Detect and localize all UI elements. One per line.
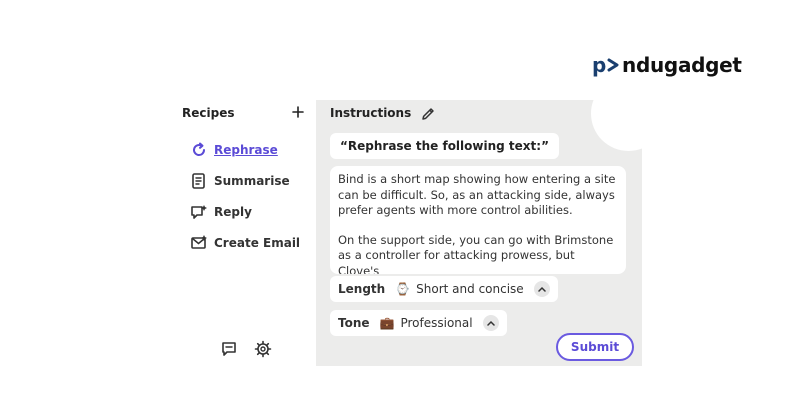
recipe-item-reply[interactable]: Reply bbox=[190, 201, 252, 223]
tone-value: Professional bbox=[400, 316, 473, 330]
submit-button[interactable]: Submit bbox=[556, 333, 634, 361]
recipe-item-create-email[interactable]: Create Email bbox=[190, 232, 300, 254]
feedback-button[interactable] bbox=[220, 340, 238, 358]
length-label: Length bbox=[338, 282, 386, 296]
brand-logo: p ndugadget bbox=[592, 50, 742, 80]
chat-sparkle-icon bbox=[191, 205, 207, 219]
recipe-label-rephrase: Rephrase bbox=[214, 143, 278, 157]
text-paragraph-1: Bind is a short map showing how entering… bbox=[338, 172, 616, 217]
email-icon bbox=[191, 235, 207, 249]
plus-icon bbox=[292, 106, 304, 118]
gear-icon bbox=[254, 340, 272, 358]
recipe-item-summarise[interactable]: Summarise bbox=[190, 170, 290, 192]
briefcase-icon: 💼 bbox=[379, 316, 395, 330]
recipe-label-summarise: Summarise bbox=[214, 174, 290, 188]
recipe-label-reply: Reply bbox=[214, 205, 252, 219]
text-paragraph-2: On the support side, you can go with Bri… bbox=[338, 232, 614, 275]
settings-button[interactable] bbox=[254, 340, 272, 358]
prompt-chip: “Rephrase the following text:” bbox=[330, 133, 559, 159]
tone-label: Tone bbox=[338, 316, 370, 330]
chevron-up-icon bbox=[482, 315, 499, 331]
recipe-item-rephrase[interactable]: Rephrase bbox=[190, 139, 278, 161]
brand-arrow-icon bbox=[607, 58, 619, 72]
add-recipe-button[interactable] bbox=[288, 102, 308, 122]
recipes-panel: Recipes Rephrase Summarise Reply Create … bbox=[176, 100, 316, 365]
edit-instructions-button[interactable] bbox=[418, 104, 438, 124]
chevron-up-icon bbox=[533, 281, 550, 297]
instructions-panel: Instructions “Rephrase the following tex… bbox=[316, 100, 642, 366]
brand-logo-part1: p bbox=[592, 53, 607, 77]
panel-corner-decoration bbox=[591, 100, 642, 151]
input-text-area[interactable]: Bind is a short map showing how entering… bbox=[330, 166, 626, 274]
refresh-icon bbox=[193, 142, 206, 156]
recipes-title: Recipes bbox=[182, 106, 235, 120]
instructions-title: Instructions bbox=[330, 106, 412, 120]
recipe-label-create-email: Create Email bbox=[214, 236, 301, 250]
length-value: Short and concise bbox=[416, 282, 524, 296]
feedback-icon bbox=[222, 342, 236, 356]
brand-logo-part2: ndugadget bbox=[622, 53, 742, 77]
document-icon bbox=[192, 173, 205, 189]
tone-selector[interactable]: Tone 💼 Professional bbox=[330, 310, 507, 336]
length-selector[interactable]: Length ⌚ Short and concise bbox=[330, 276, 558, 302]
pencil-icon bbox=[422, 108, 434, 120]
screen: p ndugadget Recipes Rephrase Summarise R… bbox=[0, 0, 800, 400]
watch-icon: ⌚ bbox=[395, 282, 411, 296]
